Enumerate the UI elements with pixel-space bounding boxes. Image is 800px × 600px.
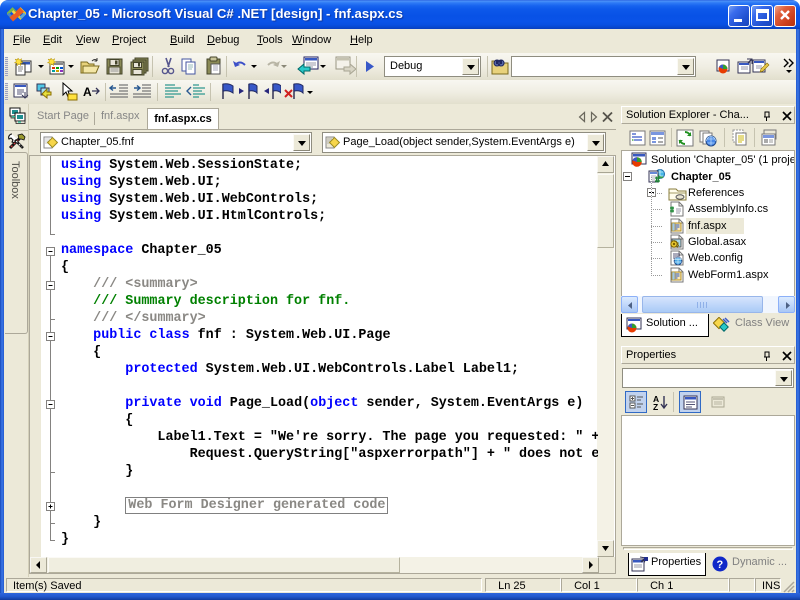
svg-text:?: ? (717, 559, 724, 571)
svg-text:A: A (83, 85, 92, 99)
svg-text:Z: Z (653, 402, 658, 411)
